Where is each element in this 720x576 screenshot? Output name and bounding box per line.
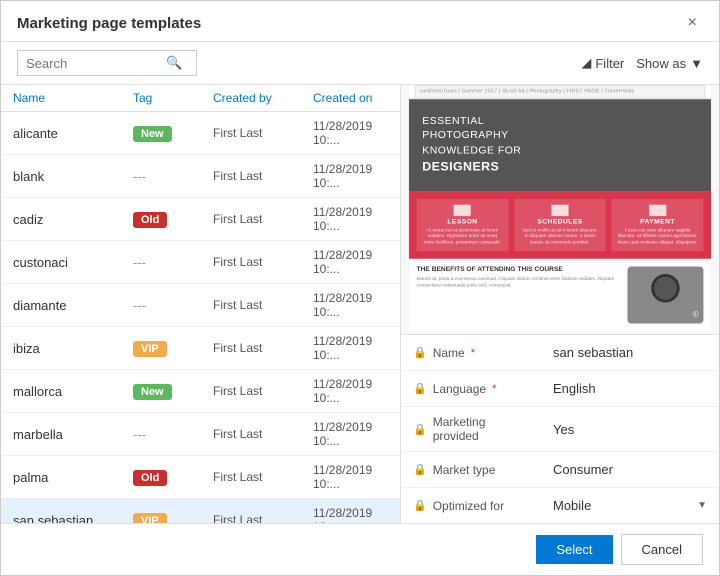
required-indicator: * bbox=[471, 347, 475, 359]
chevron-down-icon: ▼ bbox=[690, 56, 703, 71]
cancel-button[interactable]: Cancel bbox=[621, 534, 703, 565]
select-button[interactable]: Select bbox=[536, 535, 612, 564]
dialog-toolbar: 🔍 ◢ Filter Show as ▼ bbox=[1, 42, 719, 85]
template-preview: santorinoTours | Summer 2017 | 45-50-54 … bbox=[409, 85, 711, 322]
detail-name-value: san sebastian bbox=[541, 337, 719, 368]
list-body: alicante New First Last 11/28/2019 10:..… bbox=[1, 112, 400, 523]
list-item[interactable]: san sebastian VIP First Last 11/28/2019 … bbox=[1, 499, 400, 523]
card-icon bbox=[454, 204, 471, 215]
chevron-down-icon: ▼ bbox=[697, 500, 707, 511]
close-button[interactable]: × bbox=[682, 13, 703, 33]
list-item[interactable]: marbella --- First Last 11/28/2019 10:..… bbox=[1, 413, 400, 456]
col-header-created-on[interactable]: Created on bbox=[313, 91, 388, 105]
details-panel: 🔒 Name * san sebastian 🔒 Language * Engl… bbox=[401, 335, 719, 523]
dialog: Marketing page templates × 🔍 ◢ Filter Sh… bbox=[0, 0, 720, 576]
detail-language-value: English bbox=[541, 373, 719, 404]
detail-market-type-value: Consumer bbox=[541, 454, 719, 485]
lock-icon: 🔒 bbox=[413, 499, 427, 512]
filter-button[interactable]: ◢ Filter bbox=[581, 55, 624, 71]
dialog-footer: Select Cancel bbox=[1, 523, 719, 575]
list-item[interactable]: blank --- First Last 11/28/2019 10:... bbox=[1, 155, 400, 198]
preview-card: SCHEDULES Sed et mollis at sem lorem ali… bbox=[514, 199, 606, 252]
card-icon bbox=[551, 204, 568, 215]
list-item[interactable]: custonaci --- First Last 11/28/2019 10:.… bbox=[1, 241, 400, 284]
list-item[interactable]: alicante New First Last 11/28/2019 10:..… bbox=[1, 112, 400, 155]
col-header-created-by[interactable]: Created by bbox=[213, 91, 313, 105]
show-as-button[interactable]: Show as ▼ bbox=[636, 56, 703, 71]
col-header-tag[interactable]: Tag bbox=[133, 91, 213, 105]
search-icon: 🔍 bbox=[166, 55, 182, 71]
preview-camera-image bbox=[627, 267, 703, 324]
list-panel: Name Tag Created by Created on alicante … bbox=[1, 85, 401, 523]
detail-row-marketing-provided: 🔒 Marketing provided Yes bbox=[401, 407, 719, 452]
preview-bottom: THE BENEFITS OF ATTENDING THIS COURSE Ma… bbox=[409, 259, 711, 331]
preview-cards: LESSON At netus est ut accumsan at lorem… bbox=[409, 191, 711, 259]
lock-icon: 🔒 bbox=[413, 346, 427, 359]
dialog-body: Name Tag Created by Created on alicante … bbox=[1, 85, 719, 523]
list-item[interactable]: diamante --- First Last 11/28/2019 10:..… bbox=[1, 284, 400, 327]
col-header-name[interactable]: Name bbox=[13, 91, 133, 105]
preview-topbar: santorinoTours | Summer 2017 | 45-50-54 … bbox=[409, 85, 711, 99]
search-box[interactable]: 🔍 bbox=[17, 50, 197, 76]
lock-icon: 🔒 bbox=[413, 463, 427, 476]
list-item[interactable]: cadiz Old First Last 11/28/2019 10:... bbox=[1, 198, 400, 241]
filter-icon: ◢ bbox=[581, 55, 591, 71]
required-indicator: * bbox=[492, 383, 496, 395]
filter-label: Filter bbox=[595, 56, 624, 71]
preview-url-bar: santorinoTours | Summer 2017 | 45-50-54 … bbox=[415, 85, 706, 98]
show-as-label: Show as bbox=[636, 56, 686, 71]
preview-area: santorinoTours | Summer 2017 | 45-50-54 … bbox=[401, 85, 719, 335]
preview-hero: ESSENTIAL PHOTOGRAPHY KNOWLEDGE FOR DESI… bbox=[409, 99, 711, 191]
lock-icon: 🔒 bbox=[413, 382, 427, 395]
card-icon bbox=[649, 204, 666, 215]
detail-optimized-for-value[interactable]: Mobile ▼ bbox=[541, 490, 719, 521]
detail-row-name: 🔒 Name * san sebastian bbox=[401, 335, 719, 371]
right-panel: santorinoTours | Summer 2017 | 45-50-54 … bbox=[401, 85, 719, 523]
toolbar-right: ◢ Filter Show as ▼ bbox=[581, 55, 703, 71]
dialog-header: Marketing page templates × bbox=[1, 1, 719, 42]
detail-row-language: 🔒 Language * English bbox=[401, 371, 719, 407]
lock-icon: 🔒 bbox=[413, 423, 427, 436]
detail-marketing-provided-value: Yes bbox=[541, 414, 719, 445]
preview-bottom-text: THE BENEFITS OF ATTENDING THIS COURSE Ma… bbox=[417, 267, 620, 324]
detail-row-optimized-for: 🔒 Optimized for Mobile ▼ bbox=[401, 488, 719, 523]
dialog-title: Marketing page templates bbox=[17, 15, 201, 32]
list-header: Name Tag Created by Created on bbox=[1, 85, 400, 112]
detail-row-market-type: 🔒 Market type Consumer bbox=[401, 452, 719, 488]
preview-hero-text: ESSENTIAL PHOTOGRAPHY KNOWLEDGE FOR DESI… bbox=[422, 114, 698, 175]
list-item[interactable]: palma Old First Last 11/28/2019 10:... bbox=[1, 456, 400, 499]
list-item[interactable]: mallorca New First Last 11/28/2019 10:..… bbox=[1, 370, 400, 413]
preview-card: PAYMENT Fusce ute ante aliquam sagittis … bbox=[612, 199, 704, 252]
list-item[interactable]: ibiza VIP First Last 11/28/2019 10:... bbox=[1, 327, 400, 370]
preview-card: LESSON At netus est ut accumsan at lorem… bbox=[417, 199, 509, 252]
search-input[interactable] bbox=[26, 56, 166, 71]
